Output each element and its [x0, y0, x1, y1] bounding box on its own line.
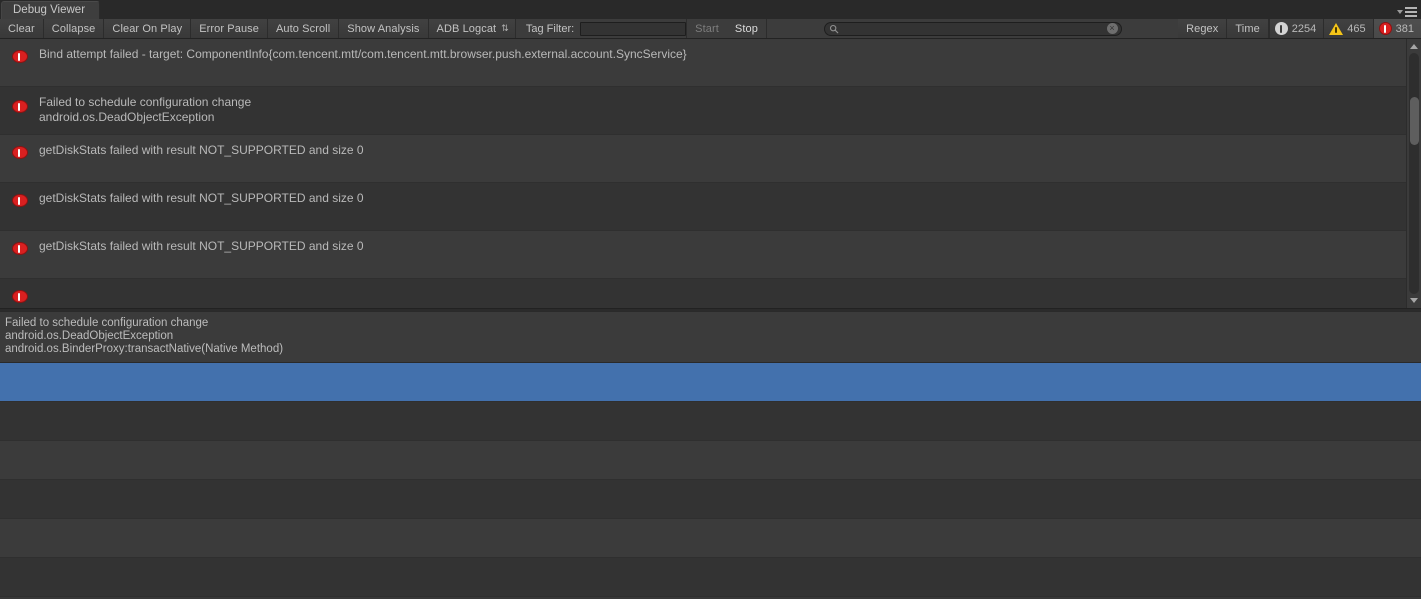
search-icon — [829, 24, 839, 34]
stop-button[interactable]: Stop — [727, 19, 766, 38]
adb-logcat-dropdown-label: ADB Logcat — [437, 23, 497, 35]
info-count-toggle[interactable]: 2254 — [1269, 19, 1323, 38]
error-count-toggle[interactable]: 381 — [1373, 19, 1421, 38]
stack-trace-row[interactable]: android.app.IApplicationThread$Stub$Prox… — [0, 402, 1421, 441]
clear-button-label: Clear — [8, 23, 35, 35]
clear-button[interactable]: Clear — [0, 19, 44, 38]
hamburger-icon — [1405, 7, 1417, 17]
stop-button-label: Stop — [735, 23, 758, 35]
search-clear-icon[interactable]: × — [1107, 23, 1118, 34]
collapse-toggle[interactable]: Collapse — [44, 19, 105, 38]
collapse-toggle-label: Collapse — [52, 23, 96, 35]
log-row[interactable]: getDiskStats failed with result NOT_SUPP… — [0, 231, 1406, 279]
log-row[interactable]: getDiskStats failed with result NOT_SUPP… — [0, 183, 1406, 231]
log-list-area: Bind attempt failed - target: ComponentI… — [0, 39, 1421, 308]
scroll-down-arrow-icon[interactable] — [1408, 294, 1421, 307]
stack-trace-header[interactable]: Failed to schedule configuration change … — [0, 311, 1421, 363]
clear-on-play-toggle-label: Clear On Play — [112, 23, 182, 35]
stack-trace-row[interactable]: android.app.servertransaction.ClientTran… — [0, 441, 1421, 480]
log-row-message: getDiskStats failed with result NOT_SUPP… — [39, 239, 364, 254]
show-analysis-toggle-label: Show Analysis — [347, 23, 419, 35]
warning-count-toggle[interactable]: 465 — [1323, 19, 1372, 38]
time-toggle[interactable]: Time — [1227, 19, 1268, 38]
scroll-up-arrow-icon[interactable] — [1408, 40, 1421, 53]
log-list[interactable]: Bind attempt failed - target: ComponentI… — [0, 39, 1406, 308]
scrollbar-thumb[interactable] — [1410, 97, 1419, 145]
log-row[interactable]: Bind attempt failed - target: ComponentI… — [0, 39, 1406, 87]
error-icon — [12, 194, 28, 207]
error-icon — [12, 50, 28, 63]
error-icon — [12, 146, 28, 159]
log-row-message-block: Failed to schedule configuration change … — [39, 95, 251, 125]
auto-scroll-toggle-label: Auto Scroll — [276, 23, 330, 35]
updown-arrows-icon: ⇅ — [501, 24, 509, 33]
info-count-label: 2254 — [1292, 23, 1316, 35]
error-icon — [12, 242, 28, 255]
window-menu-icon[interactable] — [1397, 7, 1417, 17]
error-pause-toggle[interactable]: Error Pause — [191, 19, 268, 38]
tag-filter-input[interactable] — [580, 22, 686, 36]
log-row-message: Failed to schedule configuration change — [39, 95, 251, 110]
log-row-partial[interactable] — [0, 279, 1406, 308]
log-row[interactable]: Failed to schedule configuration change … — [0, 87, 1406, 135]
start-button[interactable]: Start — [687, 19, 727, 38]
log-row-message: getDiskStats failed with result NOT_SUPP… — [39, 143, 364, 158]
warning-count-label: 465 — [1347, 23, 1365, 35]
search-input[interactable] — [839, 23, 1107, 35]
tab-bar: Debug Viewer — [0, 0, 1421, 19]
stack-trace-row[interactable]: com.android.server.am.ActivityManagerSer… — [0, 558, 1421, 597]
adb-logcat-dropdown[interactable]: ADB Logcat ⇅ — [429, 19, 516, 38]
error-icon — [12, 100, 28, 113]
error-pause-toggle-label: Error Pause — [199, 23, 259, 35]
tag-filter-label: Tag Filter: — [516, 19, 580, 38]
log-row-message: getDiskStats failed with result NOT_SUPP… — [39, 191, 364, 206]
error-count-label: 381 — [1396, 23, 1414, 35]
stack-trace-row[interactable]: com.android.server.am.ClientLifecycleMan… — [0, 480, 1421, 519]
tab-debug-viewer[interactable]: Debug Viewer — [1, 1, 100, 19]
log-row-message: Bind attempt failed - target: ComponentI… — [39, 47, 687, 62]
log-vertical-scrollbar[interactable] — [1406, 39, 1421, 308]
error-icon — [1379, 22, 1392, 35]
search-box[interactable]: × — [824, 22, 1122, 36]
error-icon — [12, 290, 28, 303]
scrollbar-track[interactable] — [1409, 53, 1419, 294]
stack-trace-row[interactable]: android.os.BinderProxy:transact() (at Bi… — [0, 363, 1421, 402]
stack-trace-row[interactable]: com.android.server.am.ClientLifecycleMan… — [0, 519, 1421, 558]
log-row-message-2: android.os.DeadObjectException — [39, 110, 251, 125]
tab-debug-viewer-label: Debug Viewer — [13, 4, 85, 16]
show-analysis-toggle[interactable]: Show Analysis — [339, 19, 428, 38]
console-toolbar: Clear Collapse Clear On Play Error Pause… — [0, 19, 1421, 39]
time-toggle-label: Time — [1235, 23, 1259, 35]
search-area: × — [767, 19, 1178, 38]
warning-icon — [1329, 23, 1343, 35]
log-row[interactable]: getDiskStats failed with result NOT_SUPP… — [0, 135, 1406, 183]
start-button-label: Start — [695, 23, 719, 35]
stack-trace-panel: Failed to schedule configuration change … — [0, 311, 1421, 599]
regex-toggle-label: Regex — [1186, 23, 1218, 35]
regex-toggle[interactable]: Regex — [1178, 19, 1227, 38]
auto-scroll-toggle[interactable]: Auto Scroll — [268, 19, 339, 38]
clear-on-play-toggle[interactable]: Clear On Play — [104, 19, 191, 38]
info-icon — [1275, 22, 1288, 35]
debug-viewer-window: Debug Viewer Clear Collapse Clear On Pla… — [0, 0, 1421, 599]
chevron-down-icon — [1397, 10, 1403, 14]
